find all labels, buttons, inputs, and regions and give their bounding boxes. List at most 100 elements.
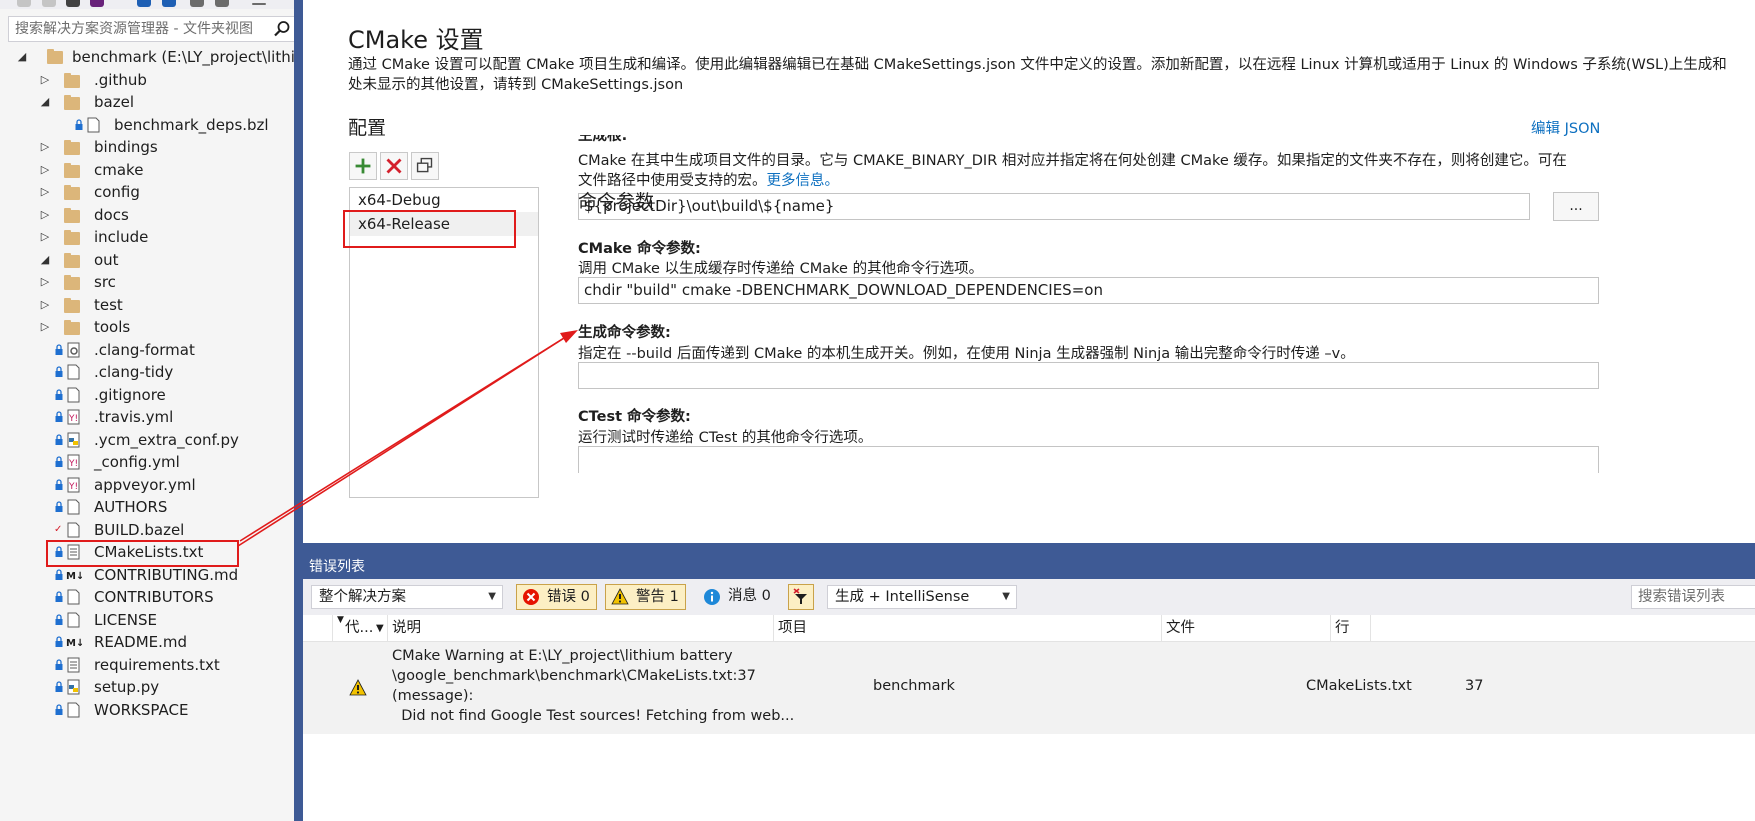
column-file[interactable]: 文件 — [1162, 615, 1331, 642]
lock-icon — [54, 384, 64, 406]
tree-item[interactable]: .clang-tidy — [0, 361, 294, 383]
tree-item[interactable]: Y! .travis.yml — [0, 406, 294, 428]
home-icon[interactable] — [66, 0, 80, 7]
column-code[interactable]: ▼ 代... ▼ — [333, 615, 388, 642]
tree-item-label: _config.yml — [94, 453, 180, 471]
delete-config-button[interactable] — [380, 152, 408, 180]
collapsed-arrow-icon[interactable]: ▷ — [39, 316, 51, 338]
search-icon[interactable] — [273, 20, 291, 38]
tree-item[interactable]: .clang-format — [0, 339, 294, 361]
show-all-files-icon[interactable] — [215, 0, 229, 7]
tree-item-label: config — [94, 183, 140, 201]
tree-item[interactable]: ▷ .github — [0, 69, 294, 91]
tree-item[interactable]: CMakeLists.txt — [0, 540, 294, 567]
build-root-desc-line1: CMake 在其中生成项目文件的目录。它与 CMAKE_BINARY_DIR 相… — [578, 153, 1567, 169]
column-line[interactable]: 行 — [1331, 615, 1371, 642]
more-info-link[interactable]: 更多信息。 — [767, 173, 840, 189]
tree-item-label: cmake — [94, 160, 144, 179]
tree-item[interactable]: ◢ out — [0, 249, 294, 271]
tree-item[interactable]: Y! appveyor.yml — [0, 474, 294, 496]
collapse-all-icon[interactable] — [190, 0, 204, 7]
explorer-splitter[interactable] — [294, 0, 303, 821]
expanded-arrow-icon[interactable]: ◢ — [16, 46, 28, 68]
file-icon — [66, 364, 82, 380]
warnings-filter-button[interactable]: 警告 1 — [605, 584, 686, 610]
tree-item[interactable]: M↓ README.md — [0, 631, 294, 653]
sync-icon[interactable] — [137, 0, 151, 7]
build-root-input[interactable]: ${projectDir}\out\build\${name} — [578, 193, 1530, 220]
dropdown-arrow-icon: ▼ — [1002, 591, 1010, 602]
ctest-args-input[interactable] — [578, 446, 1599, 473]
page-description-line2: 处未显示的其他设置，请转到 CMakeSettings.json — [348, 77, 684, 93]
build-args-input[interactable] — [578, 362, 1599, 389]
messages-filter-button[interactable]: 消息 0 — [698, 584, 771, 610]
scope-dropdown[interactable]: 整个解决方案 ▼ — [311, 585, 503, 609]
solution-explorer: ◢ benchmark (E:\LY_project\lithium ▷ .git… — [0, 0, 294, 821]
properties-icon[interactable] — [252, 3, 266, 5]
config-item-debug[interactable]: x64-Debug — [350, 188, 538, 212]
lock-icon — [54, 429, 64, 451]
back-icon[interactable] — [17, 0, 31, 7]
lock-icon — [54, 496, 64, 518]
cmake-args-input[interactable]: chdir "build" cmake -DBENCHMARK_DOWNLOAD… — [578, 277, 1599, 304]
tree-item[interactable]: ◢ bazel — [0, 91, 294, 113]
forward-icon[interactable] — [42, 0, 56, 7]
tree-item[interactable]: WORKSPACE — [0, 699, 294, 721]
tree-item[interactable]: M↓ CONTRIBUTING.md — [0, 564, 294, 586]
pane-splitter[interactable] — [303, 543, 1755, 555]
build-args-desc: 指定在 --build 后面传递到 CMake 的本机生成开关。例如，在使用 N… — [578, 346, 1355, 362]
tree-item-label: CONTRIBUTORS — [94, 588, 214, 606]
error-list-search-input[interactable]: 搜索错误列表 — [1631, 585, 1755, 609]
tree-item[interactable]: ✓ BUILD.bazel — [0, 519, 294, 541]
file-icon — [66, 499, 82, 515]
collapsed-arrow-icon[interactable]: ▷ — [39, 69, 51, 91]
collapsed-arrow-icon[interactable]: ▷ — [39, 271, 51, 293]
column-icon[interactable] — [303, 615, 333, 642]
tree-item[interactable]: ▷ bindings — [0, 136, 294, 158]
build-filter-dropdown[interactable]: 生成 + IntelliSense ▼ — [827, 585, 1017, 609]
tree-item[interactable]: setup.py — [0, 676, 294, 698]
tree-item[interactable]: ▷ config — [0, 181, 294, 203]
collapsed-arrow-icon[interactable]: ▷ — [39, 136, 51, 158]
tree-root[interactable]: ◢ benchmark (E:\LY_project\lithium — [0, 46, 294, 68]
tree-item[interactable]: Y! _config.yml — [0, 451, 294, 473]
collapsed-arrow-icon[interactable]: ▷ — [39, 181, 51, 203]
tree-item[interactable]: ▷ cmake — [0, 159, 294, 181]
tree-item[interactable]: ▷ test — [0, 294, 294, 316]
filter-toggle-button[interactable] — [788, 584, 814, 610]
collapsed-arrow-icon[interactable]: ▷ — [39, 159, 51, 181]
folder-icon — [64, 230, 80, 245]
table-row[interactable]: CMake Warning at E:\LY_project\lithium b… — [303, 642, 1755, 734]
collapsed-arrow-icon[interactable]: ▷ — [39, 204, 51, 226]
column-description[interactable]: 说明 — [388, 615, 774, 642]
plus-icon — [355, 158, 371, 174]
tree-item[interactable]: benchmark_deps.bzl — [0, 114, 294, 136]
tree-item[interactable]: ▷ src — [0, 271, 294, 293]
tree-item[interactable]: CONTRIBUTORS — [0, 586, 294, 608]
refresh-icon[interactable] — [162, 0, 176, 7]
add-config-button[interactable] — [349, 152, 377, 180]
tree-item[interactable]: .gitignore — [0, 384, 294, 406]
tree-item[interactable]: ▷ include — [0, 226, 294, 248]
error-list-panel: 错误列表 整个解决方案 ▼ 错误 0 警告 1 消息 0 生成 + Intell… — [303, 555, 1755, 821]
file-icon — [66, 387, 82, 403]
vs-switch-view-icon[interactable] — [90, 0, 104, 7]
collapsed-arrow-icon[interactable]: ▷ — [39, 294, 51, 316]
tree-item[interactable]: ▷ tools — [0, 316, 294, 338]
explorer-search-box[interactable] — [8, 16, 294, 42]
lock-icon — [54, 451, 64, 473]
expanded-arrow-icon[interactable]: ◢ — [39, 91, 51, 113]
tree-item[interactable]: LICENSE — [0, 609, 294, 631]
tree-item[interactable]: .ycm_extra_conf.py — [0, 429, 294, 451]
browse-button[interactable]: ... — [1553, 192, 1599, 221]
tree-item[interactable]: requirements.txt — [0, 654, 294, 676]
tree-item[interactable]: ▷ docs — [0, 204, 294, 226]
expanded-arrow-icon[interactable]: ◢ — [39, 249, 51, 271]
errors-filter-button[interactable]: 错误 0 — [516, 584, 597, 610]
tree-item[interactable]: AUTHORS — [0, 496, 294, 518]
collapsed-arrow-icon[interactable]: ▷ — [39, 226, 51, 248]
explorer-search-input[interactable] — [15, 20, 265, 38]
column-project[interactable]: 项目 — [774, 615, 1162, 642]
copy-config-button[interactable] — [411, 152, 439, 180]
page-description-line1: 通过 CMake 设置可以配置 CMake 项目生成和编译。使用此编辑器编辑已在… — [348, 57, 1727, 73]
